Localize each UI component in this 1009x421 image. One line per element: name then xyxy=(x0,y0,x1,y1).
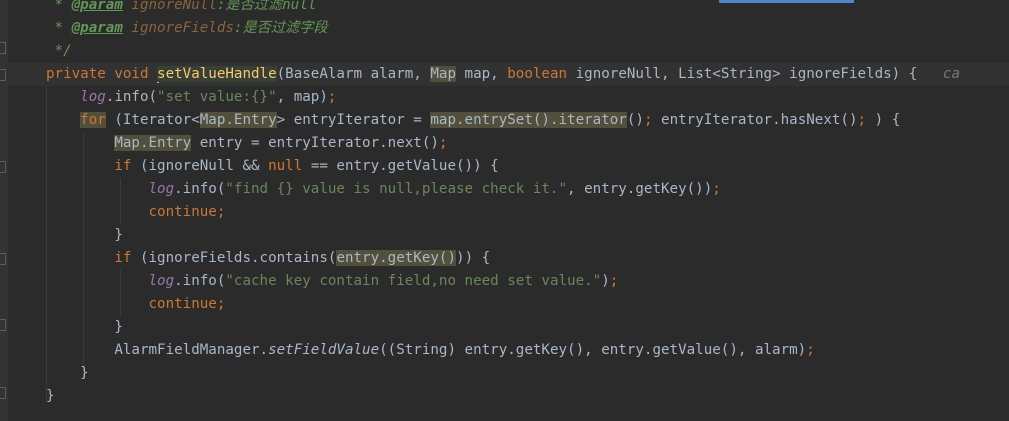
code-token: "cache key contain field,no need set val… xyxy=(225,273,602,289)
code-token: ) xyxy=(601,273,610,289)
code-token: log xyxy=(148,181,175,197)
code-line[interactable]: * @param ignoreFields:是否过滤字段 xyxy=(46,17,328,40)
code-token: :是否过滤null xyxy=(216,0,317,13)
code-token: entryIterator.hasNext() xyxy=(661,112,858,128)
code-token: (BaseAlarm alarm, xyxy=(276,66,431,82)
code-line[interactable]: } xyxy=(46,224,123,247)
code-token: ; xyxy=(712,181,721,197)
code-token: () xyxy=(626,112,644,128)
code-token: Map.Entry xyxy=(199,112,277,128)
code-token: if xyxy=(114,250,140,266)
code-token: log xyxy=(80,89,106,105)
code-line[interactable]: continue; xyxy=(46,201,226,224)
code-token: .info( xyxy=(174,273,226,289)
code-line[interactable]: if (ignoreNull && null == entry.getValue… xyxy=(46,155,499,178)
code-token: setValueHandle xyxy=(157,66,277,82)
code-token: null xyxy=(268,158,311,174)
code-line[interactable]: } xyxy=(46,316,123,339)
code-token: entry = entryIterator.next() xyxy=(191,135,439,151)
code-token: "find {} value is null,please check it." xyxy=(225,181,568,197)
code-token: ignoreFields xyxy=(131,20,234,36)
code-token: ((String) entry.getKey(), entry.getValue… xyxy=(379,342,807,358)
code-editor[interactable]: * @param ignoreNull:是否过滤null * @param ig… xyxy=(0,0,1009,421)
code-token: private void xyxy=(46,66,158,82)
code-token: Map xyxy=(430,66,457,82)
code-token: (Iterator< xyxy=(105,112,200,128)
code-token: , entry.getKey()) xyxy=(567,181,713,197)
code-token: ; xyxy=(438,135,448,151)
code-token: "set value:{}" xyxy=(157,89,277,105)
code-line[interactable]: if (ignoreFields.contains(entry.getKey()… xyxy=(46,247,490,270)
code-line[interactable]: } xyxy=(46,362,89,385)
code-token: (ignoreFields.contains( xyxy=(139,250,337,266)
code-token: ; xyxy=(643,112,662,128)
code-line[interactable]: log.info("find {} value is null,please c… xyxy=(46,178,721,201)
code-token: } xyxy=(46,227,123,243)
code-line[interactable]: } xyxy=(46,385,55,408)
code-lines[interactable]: * @param ignoreNull:是否过滤null * @param ig… xyxy=(0,0,1009,421)
code-token: continue; xyxy=(148,296,226,312)
code-token: ; xyxy=(327,89,337,105)
code-token: ignoreNull, List<String> ignoreFields) { xyxy=(575,66,943,82)
code-line[interactable]: private void setValueHandle(BaseAlarm al… xyxy=(46,63,960,86)
code-token: continue; xyxy=(148,204,226,220)
code-token: log xyxy=(148,273,175,289)
code-line[interactable]: continue; xyxy=(46,293,226,316)
code-token: map, xyxy=(456,66,508,82)
code-token: == entry.getValue()) { xyxy=(310,158,499,174)
code-line[interactable]: * @param ignoreNull:是否过滤null xyxy=(46,0,317,17)
code-token: @param xyxy=(71,0,123,13)
code-token: .info( xyxy=(174,181,226,197)
code-line[interactable]: log.info("set value:{}", map); xyxy=(46,86,336,109)
code-token: entry.getKey() xyxy=(336,250,457,266)
code-line[interactable]: log.info("cache key contain field,no nee… xyxy=(46,270,619,293)
code-token: AlarmFieldManager. xyxy=(46,342,269,358)
code-line[interactable]: AlarmFieldManager.setFieldValue((String)… xyxy=(46,339,815,362)
code-token: for xyxy=(80,112,106,128)
code-token: } xyxy=(46,365,89,381)
code-line[interactable]: for (Iterator<Map.Entry> entryIterator =… xyxy=(46,109,900,132)
code-token: @param xyxy=(71,20,123,36)
code-token: if xyxy=(114,158,140,174)
code-token: (ignoreNull && xyxy=(139,158,269,174)
code-token: , map) xyxy=(276,89,328,105)
code-token: ) { xyxy=(874,112,901,128)
code-line[interactable]: */ xyxy=(46,40,72,63)
code-token: ca xyxy=(942,66,960,82)
code-token: ; xyxy=(609,273,619,289)
code-token: )) { xyxy=(456,250,491,266)
code-token: } xyxy=(46,388,55,404)
code-token: Map.Entry xyxy=(114,135,192,151)
code-token: :是否过滤字段 xyxy=(233,20,328,36)
code-token: ; xyxy=(857,112,875,128)
code-token: setFieldValue xyxy=(268,342,380,358)
code-token: .info( xyxy=(105,89,158,105)
code-token: } xyxy=(46,319,123,335)
code-token: map.entrySet().iterator xyxy=(430,112,627,128)
code-line[interactable]: Map.Entry entry = entryIterator.next(); xyxy=(46,132,447,155)
code-token: */ xyxy=(46,43,72,59)
code-token: * xyxy=(46,20,72,36)
code-token: boolean xyxy=(507,66,576,82)
code-token: ignoreNull xyxy=(131,0,217,13)
code-token: * xyxy=(46,0,72,13)
code-token: > entryIterator = xyxy=(276,112,431,128)
code-token: ; xyxy=(806,342,815,358)
